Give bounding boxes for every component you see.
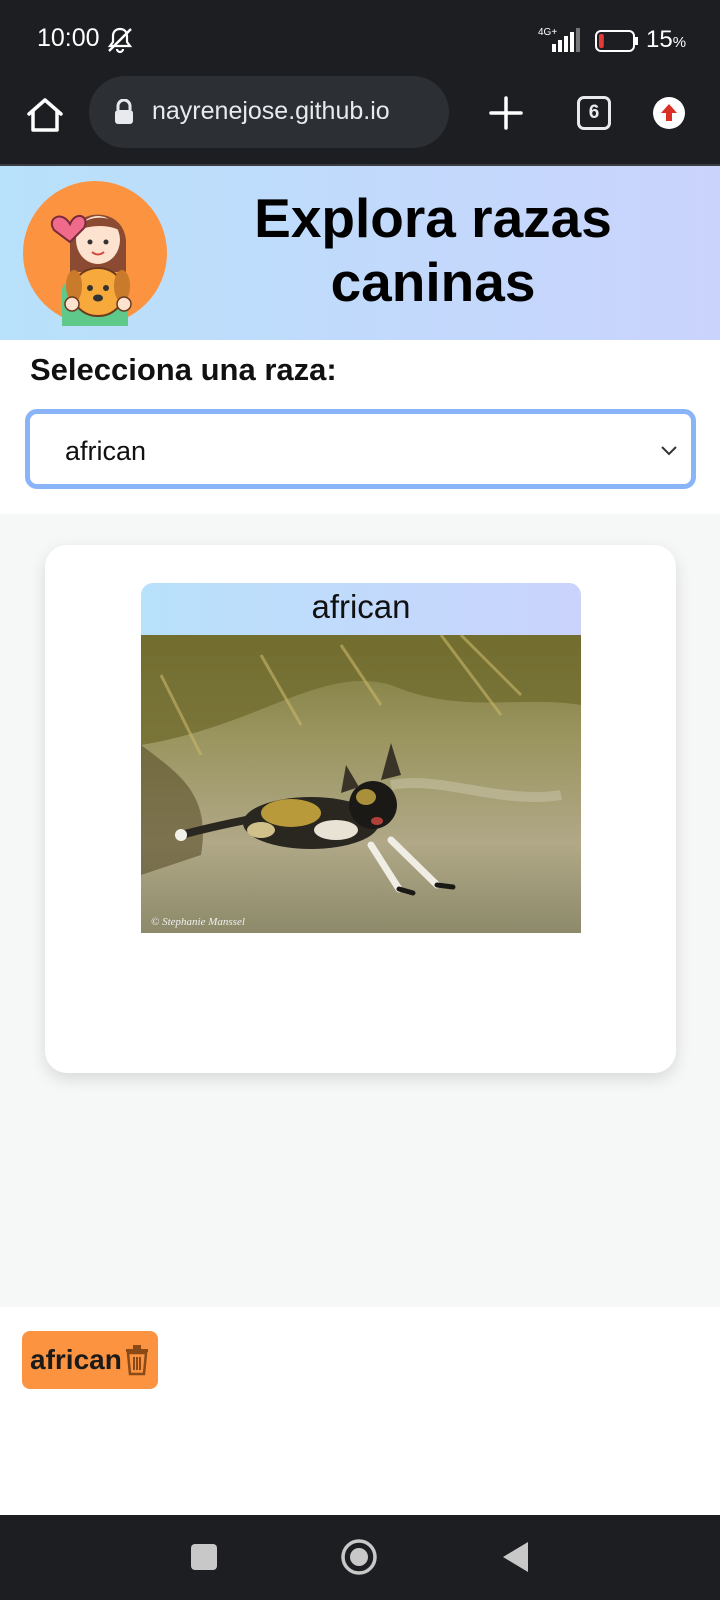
- select-label: Selecciona una raza:: [30, 352, 337, 387]
- favorite-label: african: [30, 1344, 122, 1375]
- page-title: Explora razas caninas: [254, 187, 612, 313]
- battery-percent: 15%: [646, 26, 687, 53]
- photo-watermark: © Stephanie Manssel: [151, 916, 245, 928]
- breed-select-value: african: [65, 436, 147, 466]
- network-type: 4G+: [538, 27, 557, 38]
- tab-switcher-button[interactable]: 6: [577, 96, 611, 130]
- url-text[interactable]: nayrenejose.github.io: [152, 97, 390, 126]
- lock-icon: [115, 99, 133, 124]
- home-icon[interactable]: [24, 94, 66, 136]
- girl-with-dog-icon: [23, 181, 167, 326]
- african-wild-dog-photo: © Stephanie Manssel: [141, 635, 581, 933]
- status-time: 10:00: [37, 24, 100, 52]
- notifications-off-icon: [107, 27, 133, 54]
- update-icon[interactable]: [652, 96, 686, 130]
- back-icon[interactable]: [500, 1540, 530, 1574]
- trash-icon[interactable]: [123, 1344, 151, 1376]
- recents-button[interactable]: [191, 1544, 217, 1570]
- card-title: african: [311, 588, 411, 625]
- chevron-down-icon: [661, 446, 677, 456]
- home-nav-icon[interactable]: [340, 1538, 378, 1576]
- signal-icon: 4G+: [538, 27, 580, 52]
- favorite-chip[interactable]: african: [22, 1331, 158, 1389]
- plus-icon[interactable]: [486, 93, 526, 133]
- breed-select[interactable]: african: [25, 409, 696, 489]
- battery-icon: [595, 30, 638, 52]
- status-bar: 10:00 4G+ 15%: [0, 0, 720, 80]
